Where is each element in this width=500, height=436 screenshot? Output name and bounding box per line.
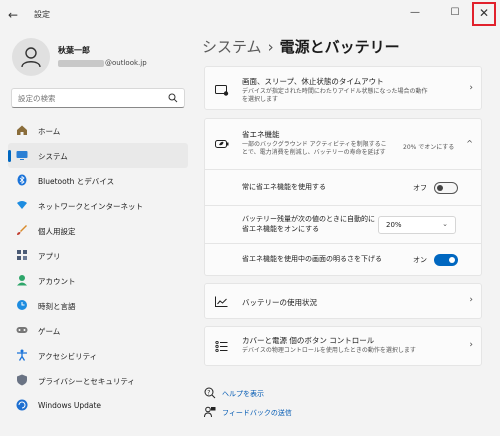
auto-energy-saver-row: バッテリー残量が次の値のときに自動的に省エネ機能をオンにする 20% ⌄ xyxy=(204,206,482,244)
lower-brightness-row: 省エネ機能を使用中の画面の明るさを下げる オン xyxy=(204,244,482,276)
email-domain: @outlook.jp xyxy=(105,59,147,67)
sidebar-item-time-language[interactable]: 時刻と言語 xyxy=(8,293,188,318)
bluetooth-icon xyxy=(17,174,27,186)
user-profile[interactable]: 秋葉一郎 @outlook.jp xyxy=(12,38,192,78)
settings-search[interactable] xyxy=(11,88,185,108)
search-icon[interactable] xyxy=(168,93,178,103)
energy-saver-icon xyxy=(215,140,229,148)
back-arrow-icon[interactable]: ← xyxy=(8,8,22,22)
page-title: 電源とバッテリー xyxy=(279,38,400,56)
sidebar-item-personalization[interactable]: 個人用設定 xyxy=(8,218,188,243)
app-title: 設定 xyxy=(34,10,50,19)
person-icon xyxy=(21,47,41,68)
card-description: デバイスが指定された時間にわたりアイドル状態になった場合の動作を選択します xyxy=(242,88,428,103)
screen-sleep-card[interactable]: 画面、スリープ、休止状態のタイムアウト デバイスが指定された時間にわたりアイドル… xyxy=(204,66,482,110)
energy-saver-card[interactable]: 省エネ機能 一部のバックグラウンド アクティビティを制限することで、電力消費を削… xyxy=(204,118,482,170)
lower-brightness-label: 省エネ機能を使用中の画面の明るさを下げる xyxy=(242,255,382,263)
battery-usage-card[interactable]: バッテリーの使用状況 › xyxy=(204,283,482,319)
lid-power-button-card[interactable]: カバーと電源 個のボタン コントロール デバイスの物理コントロールを使用したとき… xyxy=(204,326,482,366)
lower-brightness-toggle[interactable] xyxy=(434,254,458,266)
always-energy-saver-toggle[interactable] xyxy=(434,182,458,194)
account-icon xyxy=(17,275,27,286)
chevron-right-icon: › xyxy=(469,83,473,93)
energy-saver-status: 20% でオンにする xyxy=(403,144,455,151)
feedback-link-text[interactable]: フィードバックの送信 xyxy=(222,408,292,418)
sidebar-item-accessibility[interactable]: アクセシビリティ xyxy=(8,343,188,368)
card-title: 省エネ機能 xyxy=(242,130,280,139)
sidebar-item-label: ホーム xyxy=(38,127,61,136)
apps-icon xyxy=(17,250,27,260)
sidebar-item-windows-update[interactable]: Windows Update xyxy=(8,393,188,418)
card-title: 画面、スリープ、休止状態のタイムアウト xyxy=(242,77,384,86)
sidebar-item-label: ゲーム xyxy=(38,327,61,336)
shield-icon xyxy=(17,374,27,386)
windows-update-icon xyxy=(16,399,28,411)
minimize-button[interactable]: — xyxy=(398,0,432,28)
breadcrumb-parent[interactable]: システム xyxy=(202,38,262,56)
sidebar-item-label: Windows Update xyxy=(38,401,102,410)
user-name: 秋葉一郎 xyxy=(58,46,90,55)
card-title: バッテリーの使用状況 xyxy=(242,298,317,307)
sidebar-item-home[interactable]: ホーム xyxy=(8,118,188,143)
always-energy-saver-label: 常に省エネ機能を使用する xyxy=(242,183,326,191)
sidebar-item-system[interactable]: システム xyxy=(8,143,188,168)
chart-icon xyxy=(215,296,228,307)
avatar xyxy=(12,38,50,76)
title-bar: ← 設定 — ☐ ✕ xyxy=(0,0,500,30)
breadcrumb: システム › 電源とバッテリー xyxy=(202,36,400,57)
chevron-up-icon[interactable]: ^ xyxy=(466,139,473,148)
battery-level-dropdown[interactable]: 20% ⌄ xyxy=(378,216,456,234)
sidebar-item-apps[interactable]: アプリ xyxy=(8,243,188,268)
svg-text:?: ? xyxy=(207,389,210,396)
sidebar-item-label: 個人用設定 xyxy=(38,227,76,236)
sidebar-item-label: ネットワークとインターネット xyxy=(38,202,143,211)
toggle-state-label: オフ xyxy=(413,184,427,192)
sidebar-item-label: システム xyxy=(38,152,68,161)
sidebar-item-label: Bluetooth とデバイス xyxy=(38,177,115,186)
sidebar-item-privacy-security[interactable]: プライバシーとセキュリティ xyxy=(8,368,188,393)
list-settings-icon xyxy=(215,341,228,352)
card-description: デバイスの物理コントロールを使用したときの動作を選択します xyxy=(242,347,416,354)
sidebar-item-label: 時刻と言語 xyxy=(38,302,76,311)
chevron-down-icon: ⌄ xyxy=(442,220,448,228)
chevron-right-icon: › xyxy=(469,295,473,305)
maximize-button[interactable]: ☐ xyxy=(438,0,472,28)
sidebar-item-label: アプリ xyxy=(38,252,61,261)
home-icon xyxy=(17,125,27,135)
card-description: 一部のバックグラウンド アクティビティを制限することで、電力消費を削減し、バッテ… xyxy=(242,141,387,156)
chevron-right-icon: › xyxy=(469,340,473,350)
network-icon xyxy=(17,201,27,209)
brush-icon xyxy=(17,225,27,235)
toggle-state-label: オン xyxy=(413,256,427,264)
sidebar-item-label: プライバシーとセキュリティ xyxy=(38,377,135,386)
sidebar-item-gaming[interactable]: ゲーム xyxy=(8,318,188,343)
sidebar-item-label: アクセシビリティ xyxy=(38,352,98,361)
auto-energy-saver-label: バッテリー残量が次の値のときに自動的に省エネ機能をオンにする xyxy=(242,215,375,233)
sidebar-item-accounts[interactable]: アカウント xyxy=(8,268,188,293)
screen-sleep-icon xyxy=(215,85,229,96)
time-language-icon xyxy=(17,300,27,310)
sidebar-item-network[interactable]: ネットワークとインターネット xyxy=(8,193,188,218)
close-button[interactable]: ✕ xyxy=(472,2,496,26)
help-icon: ? xyxy=(204,387,216,399)
user-email: @outlook.jp xyxy=(58,59,147,67)
always-energy-saver-row: 常に省エネ機能を使用する オフ xyxy=(204,170,482,206)
dropdown-value: 20% xyxy=(386,221,402,229)
sidebar-nav: ホーム システム Bluetooth とデバイス ネットワークとインターネット … xyxy=(8,118,188,418)
breadcrumb-separator: › xyxy=(267,38,274,56)
sidebar-item-label: アカウント xyxy=(38,277,76,286)
feedback-icon xyxy=(204,406,216,418)
search-input[interactable] xyxy=(18,92,158,105)
system-icon xyxy=(16,151,28,160)
email-redacted xyxy=(58,59,104,67)
gaming-icon xyxy=(16,327,28,333)
help-link-text[interactable]: ヘルプを表示 xyxy=(222,389,264,399)
card-title: カバーと電源 個のボタン コントロール xyxy=(242,336,375,345)
sidebar-item-bluetooth[interactable]: Bluetooth とデバイス xyxy=(8,168,188,193)
accessibility-icon xyxy=(17,349,27,361)
